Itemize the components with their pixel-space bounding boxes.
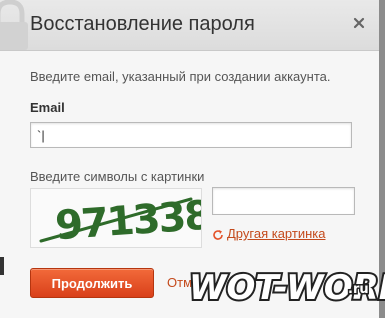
refresh-captcha-link[interactable]: Другая картинка [212,226,325,241]
dialog-header: Восстановление пароля [0,0,379,51]
lock-icon [0,0,30,50]
close-icon[interactable] [350,14,368,32]
continue-button[interactable]: Продолжить [30,268,154,298]
background-strip [0,257,4,275]
captcha-image: 971338 [30,188,202,248]
watermark-logo: WOT-WORLD .ru [185,257,385,313]
captcha-label: Введите символы с картинки [30,169,205,184]
email-label: Email [30,100,65,115]
refresh-label: Другая картинка [227,226,326,241]
captcha-field[interactable] [212,187,355,215]
dialog-title: Восстановление пароля [30,13,255,35]
email-field[interactable] [30,122,352,148]
description-text: Введите email, указанный при создании ак… [30,69,331,84]
refresh-icon [212,228,224,240]
password-recovery-dialog: Восстановление пароля Введите email, ука… [0,0,385,318]
svg-text:.ru: .ru [348,282,369,297]
